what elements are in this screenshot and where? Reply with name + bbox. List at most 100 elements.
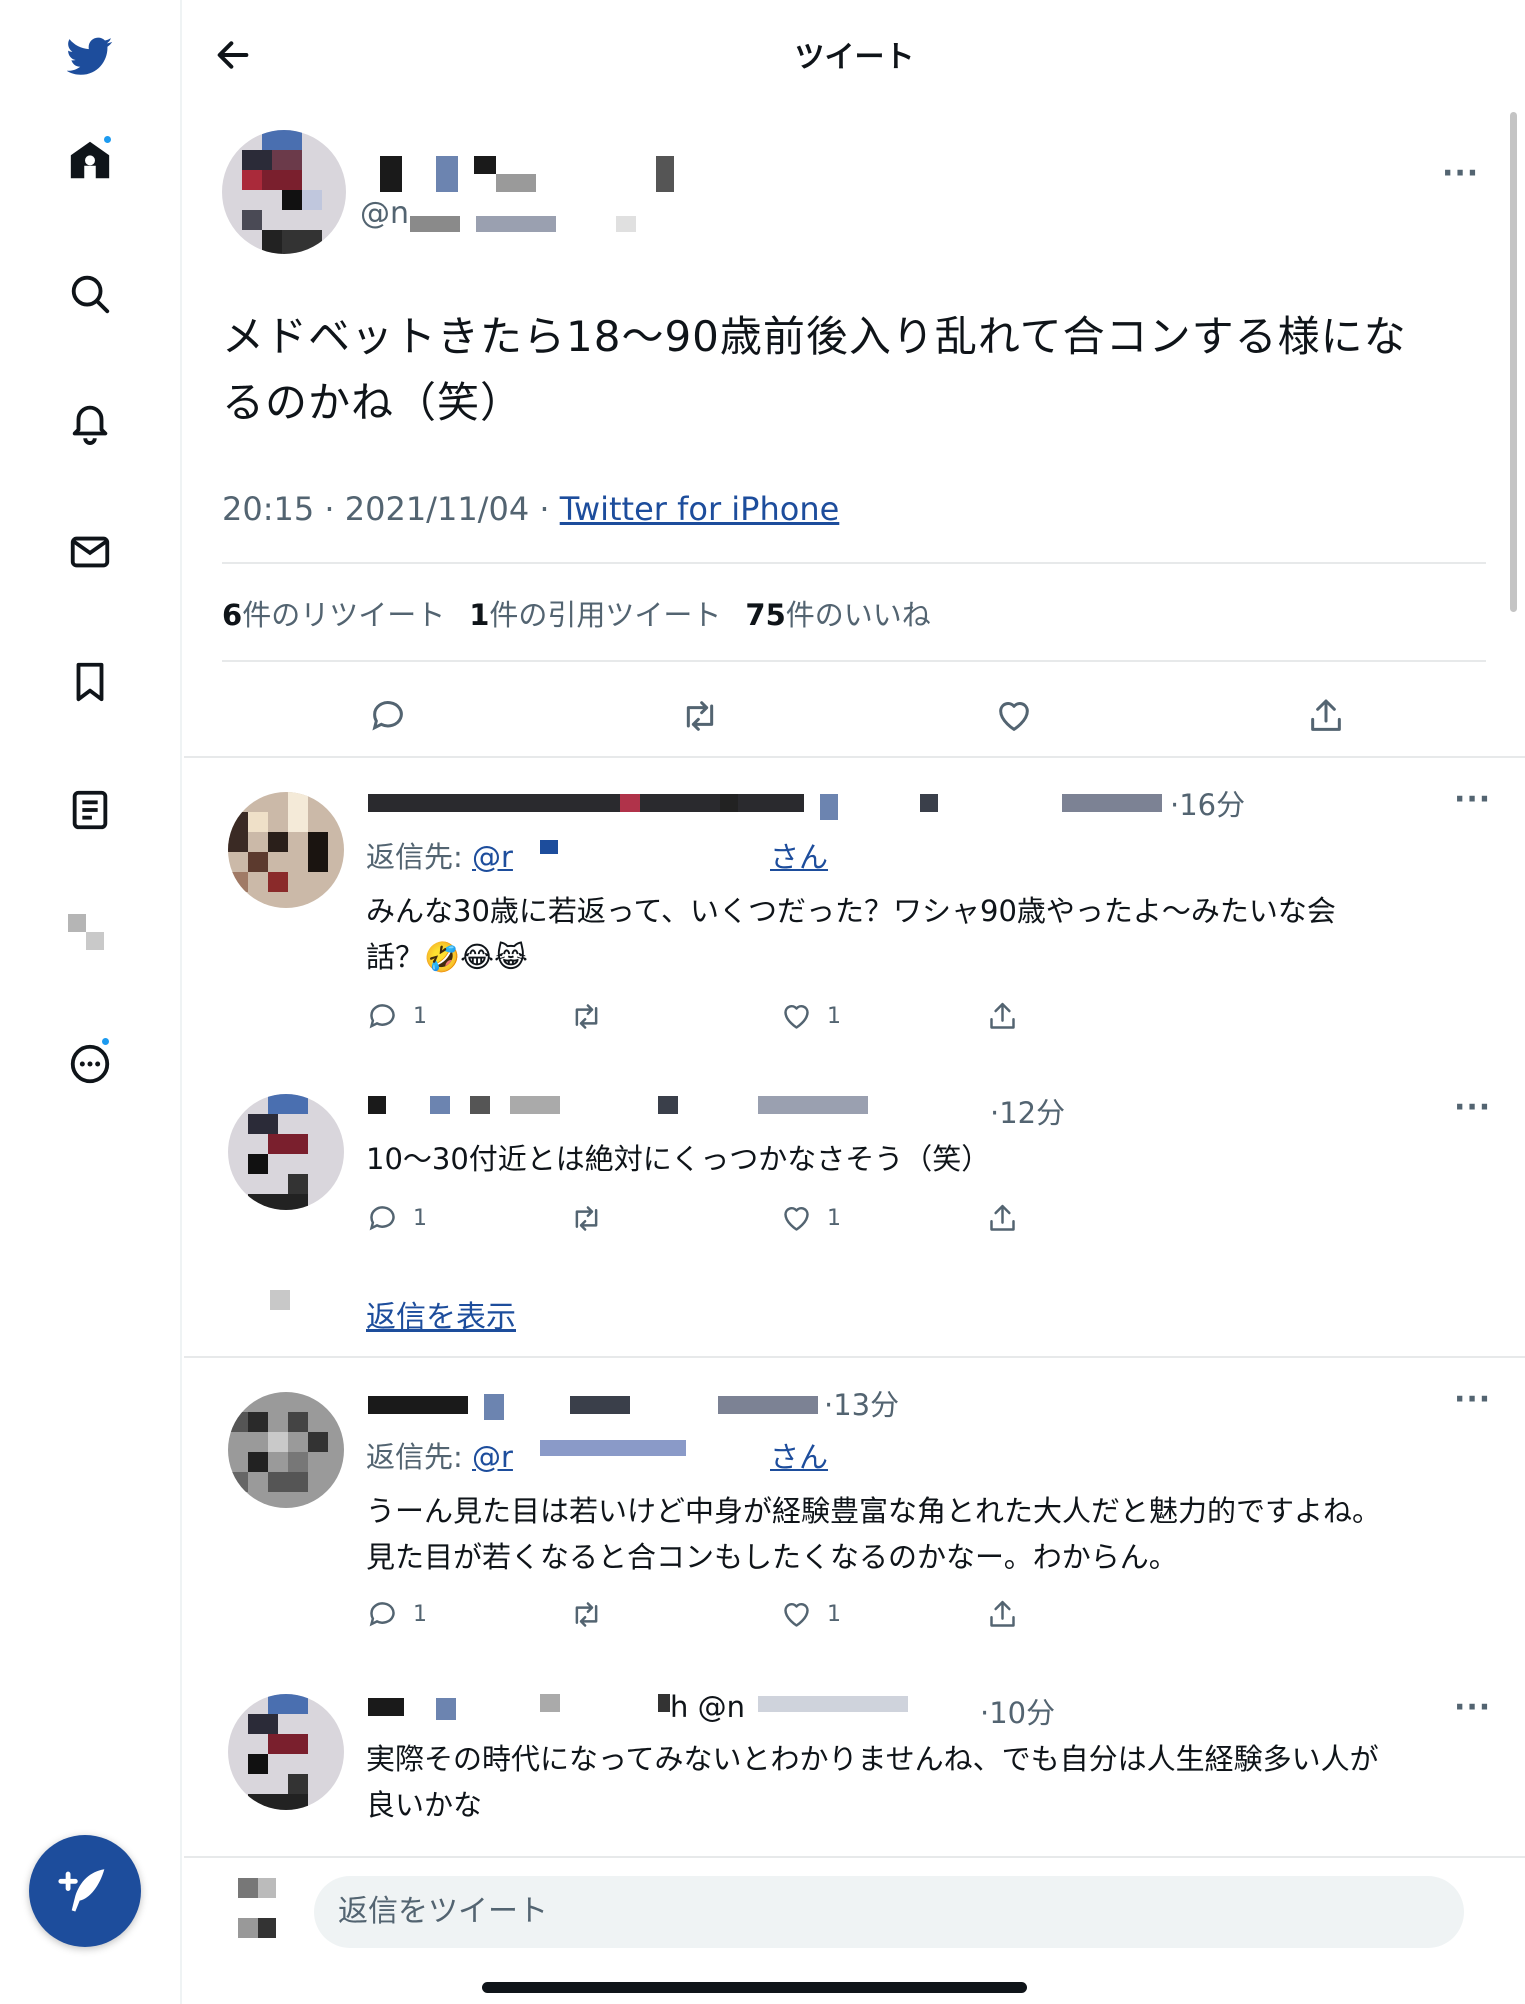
handle xyxy=(616,216,636,232)
reply-text: うーん見た目は若いけど中身が経験豊富な角とれた大人だと魅力的ですよね。 xyxy=(366,1494,1382,1528)
divider xyxy=(222,660,1486,662)
display-name xyxy=(430,1096,450,1114)
sidebar xyxy=(0,0,182,2004)
display-name xyxy=(474,156,496,174)
display-name xyxy=(436,1698,456,1720)
replying-to-suffix[interactable]: さん xyxy=(770,1434,828,1476)
handle xyxy=(540,840,558,854)
notifications-icon[interactable] xyxy=(62,394,118,450)
retweet-icon[interactable] xyxy=(670,686,730,746)
twitter-bird-icon[interactable] xyxy=(62,28,118,84)
display-name xyxy=(658,1096,678,1114)
search-icon[interactable] xyxy=(62,266,118,322)
tweet-source-link[interactable]: Twitter for iPhone xyxy=(560,490,840,528)
share-button[interactable] xyxy=(986,1000,1019,1033)
display-name xyxy=(496,174,536,192)
like-button[interactable]: 1 xyxy=(780,1000,841,1033)
retweet-button[interactable] xyxy=(570,1000,603,1033)
more-options-icon[interactable]: ··· xyxy=(1454,1382,1491,1417)
replying-to-suffix[interactable]: さん xyxy=(770,834,828,876)
reply-count: 1 xyxy=(413,1004,427,1029)
like-button[interactable]: 1 xyxy=(780,1202,841,1235)
reply-icon xyxy=(369,1602,395,1627)
like-button[interactable]: 1 xyxy=(780,1598,841,1631)
share-icon xyxy=(990,1600,1015,1627)
reply-icon[interactable] xyxy=(358,686,418,746)
display-name xyxy=(656,156,674,192)
display-name xyxy=(658,1694,670,1712)
divider xyxy=(184,1356,1525,1358)
main-column: ツイート @n ··· メドベットきたら18〜90歳前後入り乱れて合コンする様に… xyxy=(184,0,1525,2004)
bookmarks-icon[interactable] xyxy=(62,654,118,710)
share-icon xyxy=(990,1002,1015,1029)
display-name[interactable] xyxy=(368,794,804,812)
reply-text: 話？🤣😂😹 xyxy=(366,940,528,974)
reply-composer: 返信をツイート xyxy=(184,1856,1525,2004)
display-name xyxy=(436,156,458,192)
share-button[interactable] xyxy=(986,1202,1019,1235)
avatar[interactable] xyxy=(228,1094,344,1210)
display-name xyxy=(570,1396,630,1414)
lists-icon[interactable] xyxy=(62,782,118,838)
display-name[interactable] xyxy=(368,1096,386,1114)
show-replies-link[interactable]: 返信を表示 xyxy=(366,1292,516,1336)
more-icon[interactable] xyxy=(62,1036,118,1092)
profile-icon[interactable] xyxy=(62,904,118,960)
more-options-icon[interactable]: ··· xyxy=(1454,782,1491,817)
like-count: 1 xyxy=(827,1206,841,1231)
retweet-icon xyxy=(575,1004,598,1029)
more-options-icon[interactable]: ··· xyxy=(1442,156,1479,191)
more-options-icon[interactable]: ··· xyxy=(1454,1090,1491,1125)
reply-text: 見た目が若くなると合コンもしたくなるのかなー。わからん。 xyxy=(366,1540,1178,1574)
reply-button[interactable]: 1 xyxy=(366,1000,427,1033)
retweet-icon xyxy=(575,1206,598,1231)
display-name xyxy=(484,1394,504,1420)
retweet-button[interactable] xyxy=(570,1598,603,1631)
handle-prefix[interactable]: @n xyxy=(360,196,409,231)
display-name[interactable] xyxy=(368,1698,404,1716)
share-icon[interactable] xyxy=(1296,686,1356,746)
display-name xyxy=(1062,794,1162,812)
like-icon xyxy=(784,1005,809,1029)
avatar[interactable] xyxy=(222,130,346,254)
likes-stat[interactable]: 75件のいいね xyxy=(745,592,930,634)
display-name[interactable] xyxy=(368,1396,468,1414)
display-name xyxy=(470,1096,490,1114)
reply-icon xyxy=(369,1206,395,1231)
reply-button[interactable]: 1 xyxy=(366,1598,427,1631)
reply-button[interactable]: 1 xyxy=(366,1202,427,1235)
quotes-stat[interactable]: 1件の引用ツイート xyxy=(469,592,721,634)
replying-to-handle[interactable]: @r xyxy=(472,1440,513,1474)
reply-time[interactable]: ·12分 xyxy=(990,1090,1065,1132)
display-name[interactable] xyxy=(380,156,402,192)
replying-to-handle[interactable]: @r xyxy=(472,840,513,874)
reply-time[interactable]: ·10分 xyxy=(980,1690,1055,1732)
tweet-text: メドベットきたら18〜90歳前後入り乱れて合コンする様にな xyxy=(222,312,1407,361)
home-icon[interactable] xyxy=(62,132,118,188)
more-options-icon[interactable]: ··· xyxy=(1454,1690,1491,1725)
reply-time[interactable]: ·13分 xyxy=(824,1382,899,1424)
handle xyxy=(410,216,460,232)
retweet-button[interactable] xyxy=(570,1202,603,1235)
retweet-icon xyxy=(575,1602,598,1627)
share-icon xyxy=(990,1204,1015,1231)
retweets-stat[interactable]: 6件のリツイート xyxy=(222,592,445,634)
reply-name-fragment[interactable]: h @n xyxy=(670,1690,745,1724)
share-button[interactable] xyxy=(986,1598,1019,1631)
compose-tweet-button[interactable] xyxy=(29,1835,141,1947)
messages-icon[interactable] xyxy=(62,524,118,580)
reply-text: 良いかな xyxy=(366,1788,483,1822)
replying-to: 返信先: @r xyxy=(366,1440,513,1474)
handle xyxy=(476,216,556,232)
avatar[interactable] xyxy=(228,1392,344,1508)
avatar[interactable] xyxy=(228,792,344,908)
avatar[interactable] xyxy=(228,1694,344,1810)
notification-dot xyxy=(102,134,113,145)
reply-input[interactable]: 返信をツイート xyxy=(314,1876,1464,1948)
header: ツイート xyxy=(184,0,1525,108)
reply-time[interactable]: ·16分 xyxy=(1170,782,1245,824)
display-name xyxy=(758,1096,868,1114)
like-icon[interactable] xyxy=(984,686,1044,746)
display-name xyxy=(718,1396,818,1414)
scrollbar[interactable] xyxy=(1510,112,1517,612)
